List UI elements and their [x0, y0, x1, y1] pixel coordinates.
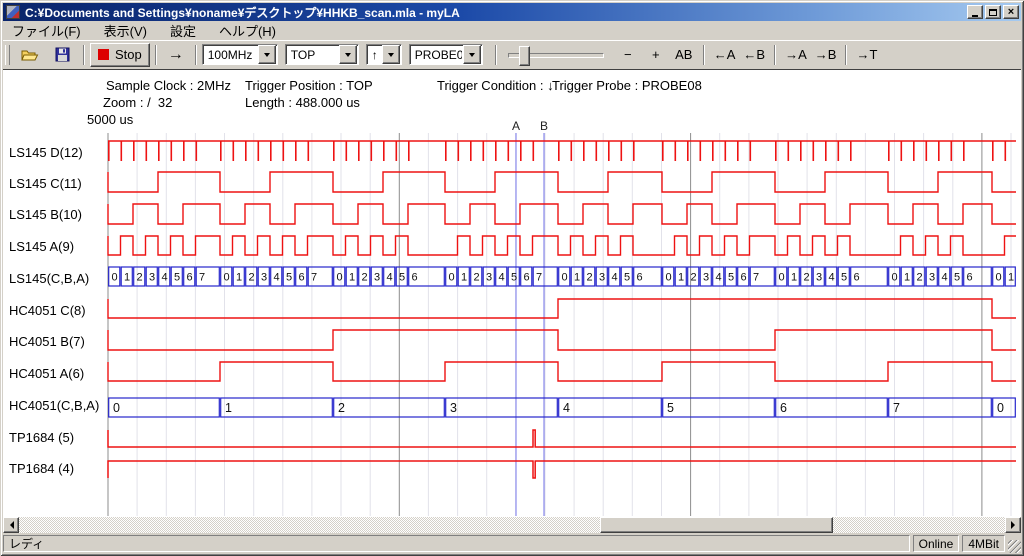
toolbar-separator [495, 45, 497, 65]
chevron-down-icon [469, 53, 475, 60]
channel-label: HC4051 C(8) [9, 303, 107, 319]
toolbar: Stop → 100MHz TOP ↑ PROBE00 − + AB ←A [3, 40, 1021, 68]
zoom-slider[interactable] [506, 44, 606, 66]
scroll-left-button[interactable] [3, 517, 19, 533]
status-memory-badge: 4MBit [962, 535, 1005, 552]
menu-view[interactable]: 表示(V) [95, 20, 156, 41]
sample-clock-combo[interactable]: 100MHz [202, 44, 278, 65]
chevron-down-icon [345, 53, 351, 60]
channel-label: LS145(C,B,A) [9, 271, 107, 287]
minimize-icon [972, 15, 978, 17]
trigger-edge-value: ↑ [367, 48, 381, 62]
triangle-left-icon [6, 521, 14, 529]
save-button[interactable] [46, 44, 78, 66]
scrollbar-thumb[interactable] [600, 517, 833, 533]
open-folder-icon [21, 48, 39, 62]
time-division-label: 5000 us [87, 112, 133, 127]
toolbar-grip [5, 45, 10, 65]
title-bar: C:¥Documents and Settings¥noname¥デスクトップ¥… [3, 3, 1021, 21]
minimize-button[interactable] [967, 5, 983, 19]
toolbar-separator [774, 45, 776, 65]
horizontal-scrollbar[interactable] [3, 517, 1021, 533]
channel-label: HC4051 A(6) [9, 366, 107, 382]
goto-trigger-button[interactable]: →T [852, 44, 881, 66]
cursor-a-left-button[interactable]: ←A [710, 44, 740, 66]
menu-settings[interactable]: 設定 [161, 20, 205, 41]
zoom-ab-button[interactable]: AB [670, 44, 698, 66]
floppy-save-icon [55, 47, 70, 62]
status-memory-text: 4MBit [968, 537, 999, 551]
stop-button[interactable]: Stop [90, 43, 150, 67]
toolbar-separator [155, 45, 157, 65]
triangle-right-icon [1011, 521, 1019, 529]
combo-drop-button[interactable] [339, 45, 357, 64]
sample-clock-info: Sample Clock : 2MHz [106, 78, 231, 93]
app-icon[interactable] [6, 5, 20, 19]
combo-drop-button[interactable] [258, 45, 276, 64]
waveform-view: Sample Clock : 2MHz Trigger Position : T… [3, 69, 1021, 517]
trigger-position-combo[interactable]: TOP [285, 44, 359, 65]
stop-label: Stop [115, 47, 142, 62]
stop-icon [98, 49, 109, 60]
channel-label: TP1684 (5) [9, 430, 107, 446]
status-message: レディ [3, 535, 910, 552]
cursor-b-left-button[interactable]: ←B [739, 44, 769, 66]
status-ready-text: レディ [9, 535, 44, 552]
open-button[interactable] [14, 44, 46, 66]
trigger-edge-combo[interactable]: ↑ [366, 44, 402, 65]
toolbar-separator [83, 45, 85, 65]
toolbar-separator [195, 45, 197, 65]
app-window: C:¥Documents and Settings¥noname¥デスクトップ¥… [0, 0, 1024, 556]
zoom-info: Zoom : / 32 [103, 95, 172, 110]
trigger-probe-info: Trigger Probe : PROBE08 [552, 78, 702, 93]
trigger-condition-info: Trigger Condition : ↓ [437, 78, 554, 93]
channel-label: LS145 A(9) [9, 239, 107, 255]
scroll-right-button[interactable] [1005, 517, 1021, 533]
toolbar-separator [845, 45, 847, 65]
channel-label: HC4051(C,B,A) [9, 398, 107, 414]
chevron-down-icon [388, 53, 394, 60]
zoom-in-button[interactable]: + [642, 44, 670, 66]
run-button[interactable]: → [162, 44, 190, 66]
trigger-probe-value: PROBE00 [410, 48, 462, 62]
chevron-down-icon [264, 53, 270, 60]
maximize-button[interactable] [985, 5, 1001, 19]
menu-help[interactable]: ヘルプ(H) [210, 20, 285, 41]
channel-label: LS145 C(11) [9, 176, 107, 192]
maximize-icon [989, 9, 997, 16]
trigger-position-value: TOP [286, 48, 338, 62]
combo-drop-button[interactable] [382, 45, 400, 64]
channel-label: LS145 B(10) [9, 207, 107, 223]
status-online-badge: Online [913, 535, 960, 552]
close-button[interactable]: × [1003, 5, 1019, 19]
cursor-b-right-button[interactable]: →B [811, 44, 841, 66]
cursor-a-right-button[interactable]: →A [781, 44, 811, 66]
length-info: Length : 488.000 us [245, 95, 360, 110]
channel-label: LS145 D(12) [9, 145, 107, 161]
channel-label: TP1684 (4) [9, 461, 107, 477]
combo-drop-button[interactable] [463, 45, 481, 64]
resize-grip[interactable] [1008, 540, 1021, 553]
toolbar-separator [703, 45, 705, 65]
status-bar: レディ Online 4MBit [3, 534, 1021, 553]
channel-label: HC4051 B(7) [9, 334, 107, 350]
close-icon: × [1008, 7, 1014, 18]
sample-clock-value: 100MHz [203, 48, 257, 62]
menu-file[interactable]: ファイル(F) [3, 20, 90, 41]
status-online-text: Online [919, 537, 954, 551]
window-title: C:¥Documents and Settings¥noname¥デスクトップ¥… [25, 4, 965, 21]
menu-bar: ファイル(F) 表示(V) 設定 ヘルプ(H) [3, 21, 1021, 40]
zoom-slider-thumb[interactable] [519, 46, 530, 66]
trigger-probe-combo[interactable]: PROBE00 [409, 44, 483, 65]
zoom-out-button[interactable]: − [614, 44, 642, 66]
trigger-position-info: Trigger Position : TOP [245, 78, 373, 93]
